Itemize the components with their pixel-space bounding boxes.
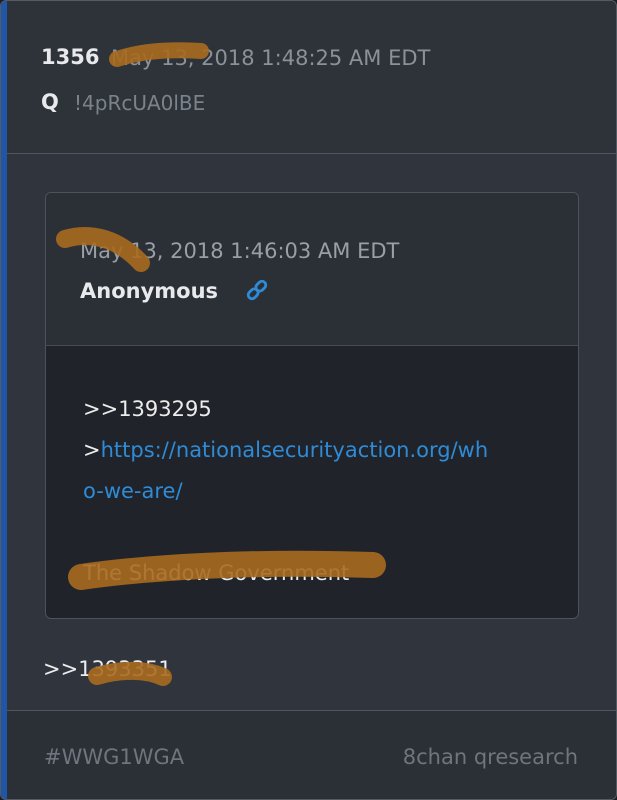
- post-number[interactable]: 1356: [41, 45, 99, 69]
- link-prefix: >: [83, 438, 101, 462]
- url-line-1: >https://nationalsecurityaction.org/wh: [83, 430, 533, 471]
- post-timestamp: May 13, 2018 1:48:25 AM EDT: [111, 46, 431, 70]
- board-name: 8chan qresearch: [402, 745, 578, 769]
- external-link-continued[interactable]: o-we-are/: [83, 479, 183, 503]
- tripcode: !4pRcUA0lBE: [74, 91, 206, 115]
- quoted-message: The Shadow Government: [83, 561, 350, 585]
- reply-reference-link[interactable]: >>1393351: [43, 657, 172, 681]
- quoted-post-author: Anonymous: [80, 279, 219, 303]
- url-line-2: o-we-are/: [83, 471, 533, 512]
- quoted-post-body: >>1393295 >https://nationalsecurityactio…: [83, 389, 533, 594]
- post-header: 1356 May 13, 2018 1:48:25 AM EDT Q !4pRc…: [7, 1, 616, 154]
- quoted-post-header: May 13, 2018 1:46:03 AM EDT Anonymous: [46, 193, 578, 346]
- quoted-post: May 13, 2018 1:46:03 AM EDT Anonymous >>…: [45, 192, 579, 619]
- link-icon[interactable]: [244, 277, 270, 303]
- post-footer: #WWG1WGA 8chan qresearch: [7, 710, 616, 799]
- quoted-post-timestamp: May 13, 2018 1:46:03 AM EDT: [80, 239, 400, 263]
- author-name: Q: [41, 90, 59, 114]
- post-reference-link[interactable]: >>1393295: [83, 389, 533, 430]
- external-link[interactable]: https://nationalsecurityaction.org/wh: [101, 438, 489, 462]
- post-card: 1356 May 13, 2018 1:48:25 AM EDT Q !4pRc…: [0, 0, 617, 800]
- hashtag: #WWG1WGA: [44, 745, 185, 769]
